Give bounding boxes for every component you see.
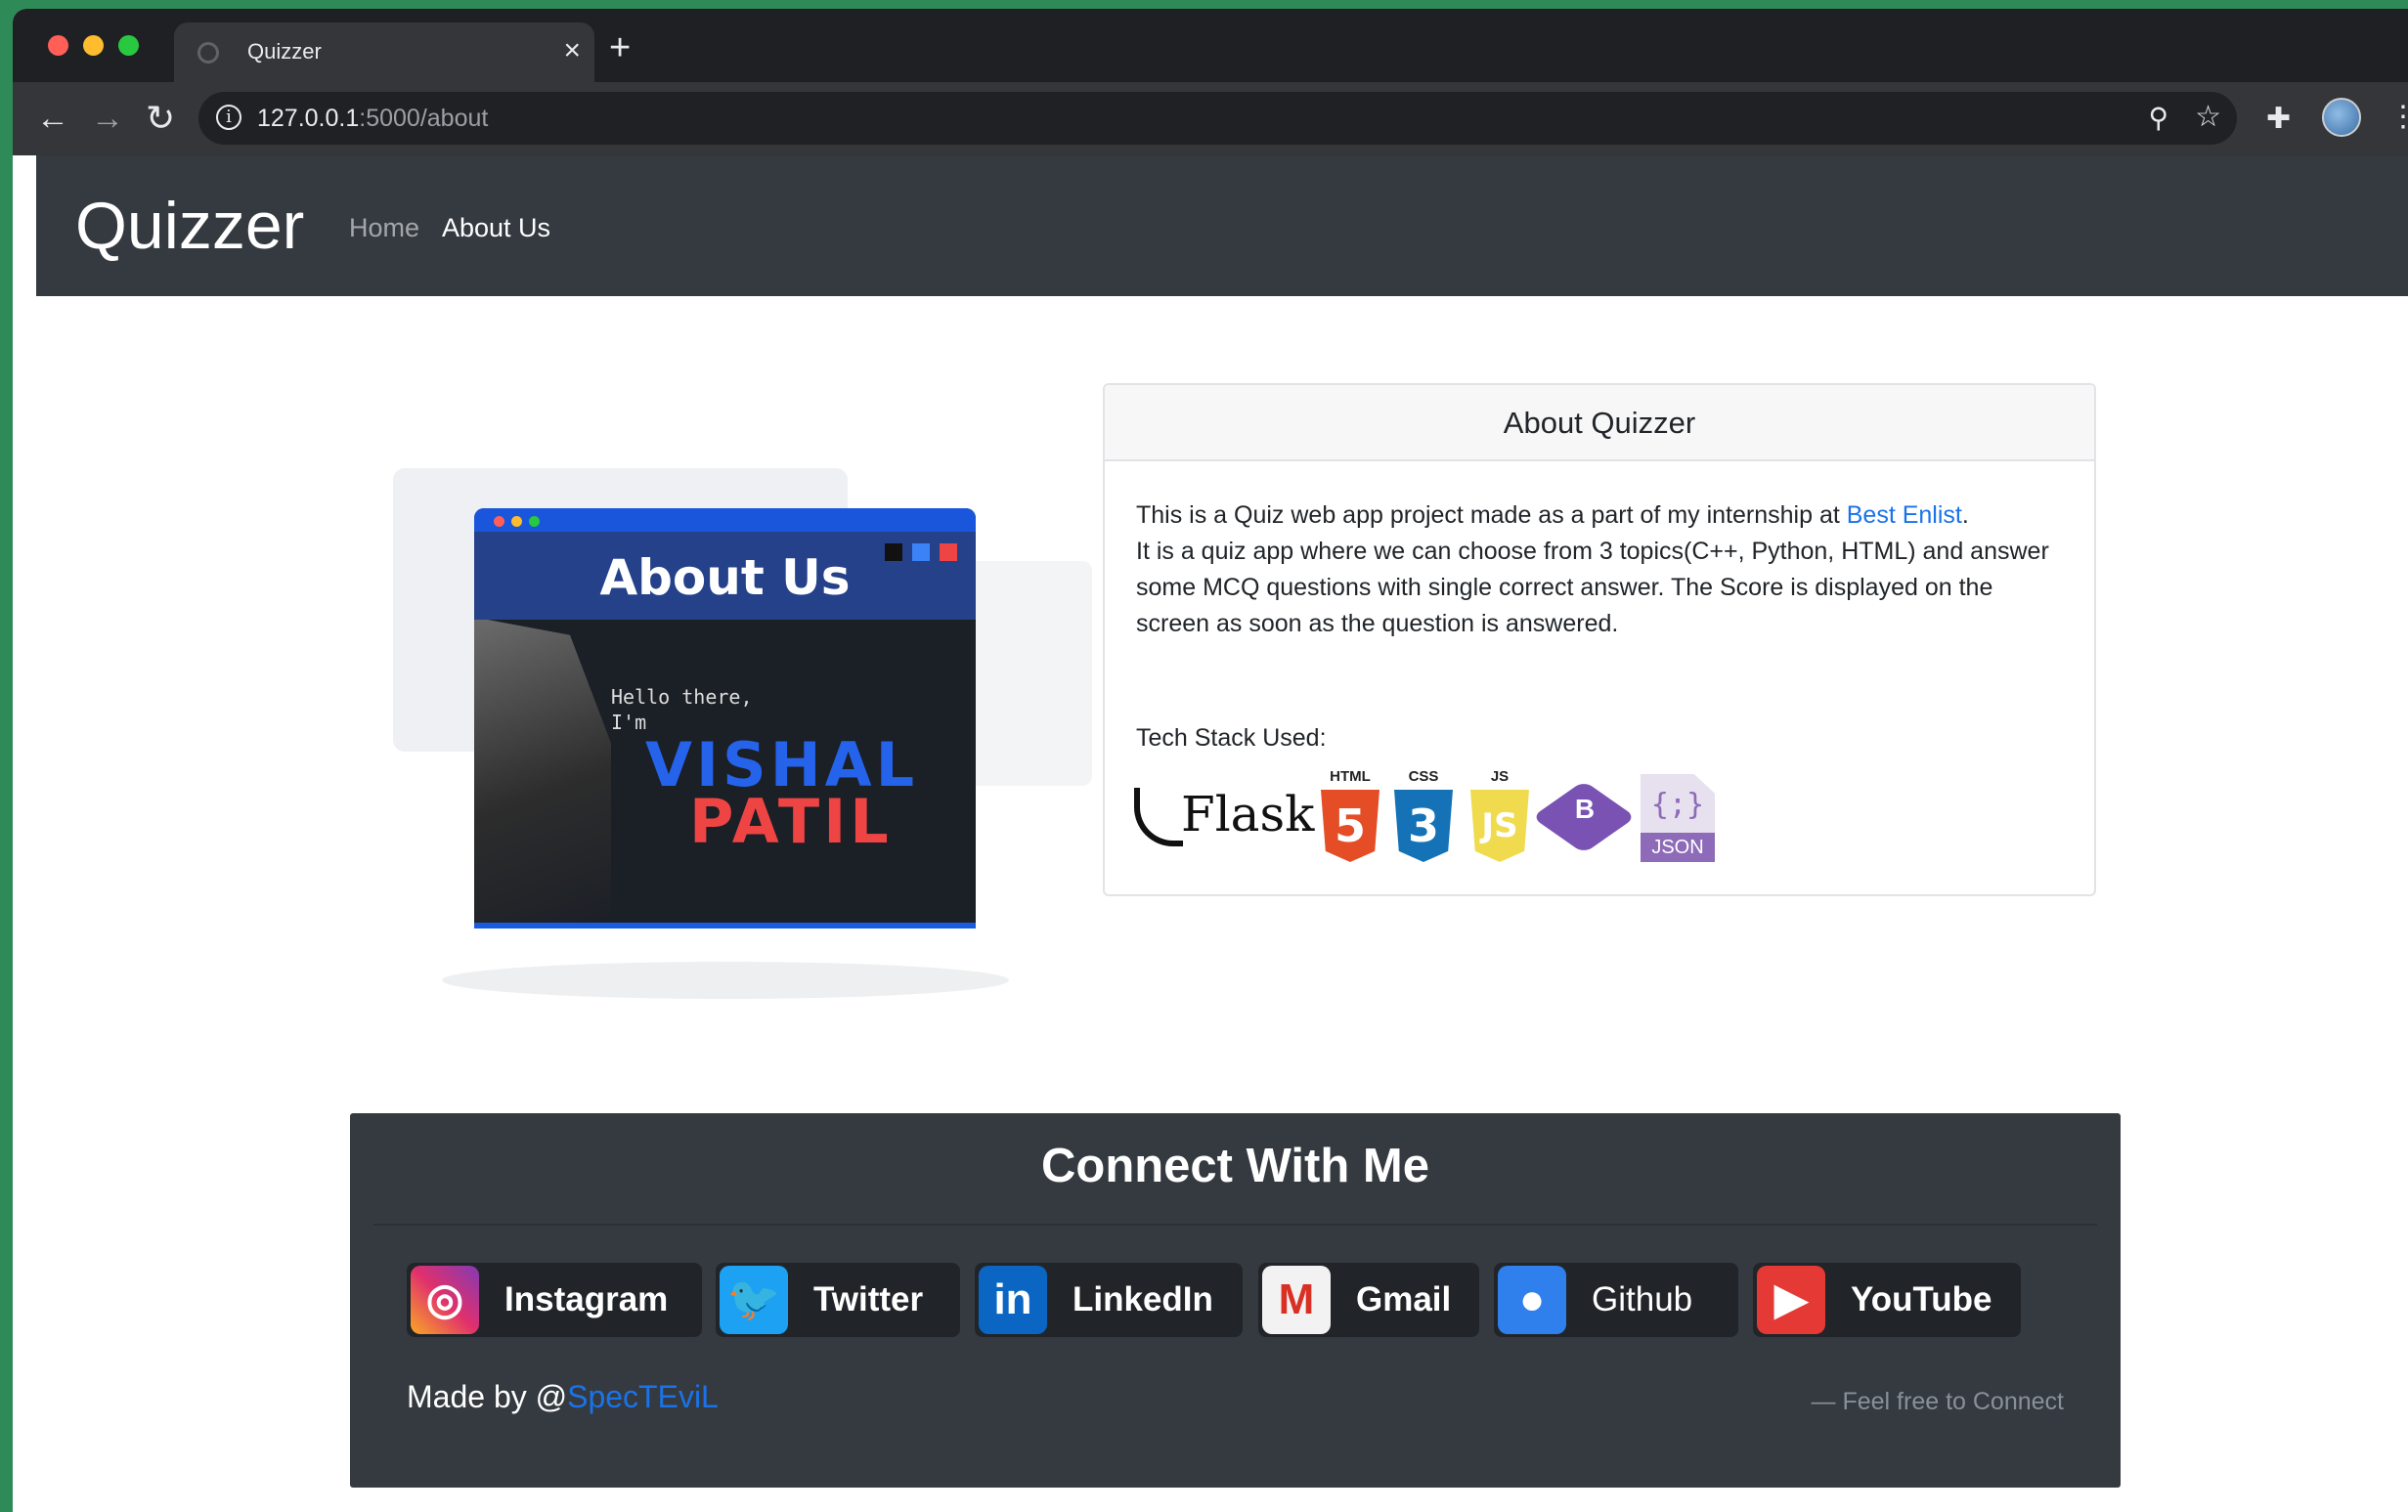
browser-toolbar: ← → ↻ i 127.0.0.1:5000/about ⚲ ☆ ✚ ⋮ [13,82,2408,155]
mock-header: About Us [474,532,976,620]
github-icon: ● [1498,1266,1566,1334]
social-label: Twitter [813,1280,924,1318]
youtube-button[interactable]: ▶ YouTube [1753,1263,2021,1337]
url-host: 127.0.0.1 [257,105,360,132]
forward-arrow-icon[interactable]: → [91,100,124,137]
social-label: Instagram [504,1280,669,1318]
footer-tagline: — Feel free to Connect [1811,1388,2064,1415]
address-bar[interactable]: i 127.0.0.1:5000/about ⚲ ☆ [198,92,2237,145]
social-label: Gmail [1356,1280,1452,1318]
html-label: HTML [1330,768,1371,785]
hello-text: Hello there, I'm [611,684,753,735]
browser-window: Quizzer × + ← → ↻ i 127.0.0.1:5000/about… [13,9,2408,1512]
close-window-button[interactable] [48,35,68,56]
maximize-window-button[interactable] [118,35,139,56]
mock-dot [529,516,540,527]
flask-horn-shape [1134,788,1183,846]
brand-logo[interactable]: Quizzer [75,188,304,264]
minimize-window-button[interactable] [83,35,104,56]
para-text: This is a Quiz web app project made as a… [1136,501,1847,529]
globe-icon [197,42,219,64]
bootstrap-letter: B [1574,794,1596,824]
linkedin-button[interactable]: in LinkedIn [975,1263,1243,1337]
mock-dot [511,516,522,527]
best-enlist-link[interactable]: Best Enlist [1847,501,1962,529]
social-buttons: ◎ Instagram 🐦 Twitter in LinkedIn M Gmail ● G… [407,1263,2069,1337]
js-shield: JS [1470,790,1529,862]
page-viewport: Quizzer Home About Us About Us Hello the… [36,155,2408,1512]
mock-dot [494,516,504,527]
css-label: CSS [1408,768,1439,785]
bookmark-star-icon[interactable]: ☆ [2195,100,2221,134]
twitter-icon: 🐦 [720,1266,788,1334]
javascript-icon: JS JS [1467,768,1533,864]
hero-title: About Us [599,549,851,606]
reload-icon[interactable]: ↻ [146,100,175,137]
json-label: JSON [1641,833,1715,862]
site-navbar: Quizzer Home About Us [36,155,2408,296]
made-by-text: Made by @SpecTEviL [407,1379,719,1415]
tab-title: Quizzer [247,39,322,64]
menu-dots-icon[interactable]: ⋮ [2388,98,2408,137]
github-button[interactable]: ● Github [1494,1263,1738,1337]
js-label: JS [1490,768,1510,785]
tech-stack-label: Tech Stack Used: [1136,724,1327,752]
profile-avatar[interactable] [2322,98,2361,137]
about-paragraph-1: This is a Quiz web app project made as a… [1136,497,2065,534]
twitter-button[interactable]: 🐦 Twitter [716,1263,960,1337]
youtube-icon: ▶ [1757,1266,1825,1334]
instagram-icon: ◎ [411,1266,479,1334]
css3-icon: CSS 3 [1390,768,1457,864]
gmail-button[interactable]: M Gmail [1258,1263,1479,1337]
gmail-icon: M [1262,1266,1331,1334]
about-card-title: About Quizzer [1105,385,2094,461]
browser-tab[interactable]: Quizzer × [174,22,594,82]
json-file-icon: {;} JSON [1641,774,1715,862]
tab-close-icon[interactable]: × [563,34,581,67]
name-last: PATIL [689,786,893,857]
about-paragraph-2: It is a quiz app where we can choose fro… [1136,538,2049,637]
tab-bar: Quizzer × + [13,9,2408,82]
back-arrow-icon[interactable]: ← [36,100,69,137]
zoom-icon[interactable]: ⚲ [2148,102,2168,134]
about-illustration: About Us Hello there, I'm VISHAL PATIL [393,454,1097,1020]
about-card: About Quizzer This is a Quiz web app pro… [1103,383,2096,896]
html-shield: 5 [1321,790,1379,862]
linkedin-icon: in [979,1266,1047,1334]
url-path: :5000/about [359,105,489,132]
para-text: . [1961,501,1969,529]
hello-line: Hello there, [611,685,753,709]
html5-icon: HTML 5 [1317,768,1383,864]
url-text[interactable]: 127.0.0.1:5000/about [257,105,488,133]
tech-stack-icons: Flask HTML 5 CSS 3 JS JS B {;} JSON [1134,768,1721,866]
connect-footer: Connect With Me ◎ Instagram 🐦 Twitter in Li… [350,1113,2121,1488]
social-label: Github [1592,1280,1693,1318]
social-label: YouTube [1851,1280,1992,1318]
info-icon[interactable]: i [216,105,241,130]
about-card-body: This is a Quiz web app project made as a… [1136,497,2065,642]
new-tab-button[interactable]: + [609,28,631,67]
json-braces: {;} [1650,788,1705,822]
extensions-puzzle-icon[interactable]: ✚ [2266,102,2291,136]
css-shield: 3 [1394,790,1453,862]
nav-link-about-us[interactable]: About Us [442,213,550,243]
nav-link-home[interactable]: Home [349,213,419,243]
bootstrap-icon: B [1531,778,1637,862]
made-by-prefix: Made by @ [407,1379,568,1414]
instagram-button[interactable]: ◎ Instagram [407,1263,702,1337]
illustration-shadow [442,962,1009,999]
portrait-image [474,620,611,923]
connect-heading: Connect With Me [373,1113,2097,1226]
flask-label: Flask [1181,786,1315,842]
mock-browser-window: About Us Hello there, I'm VISHAL PATIL [474,508,976,929]
author-link[interactable]: SpecTEviL [567,1379,719,1414]
mock-title-bar [474,508,976,532]
social-label: LinkedIn [1073,1280,1213,1318]
